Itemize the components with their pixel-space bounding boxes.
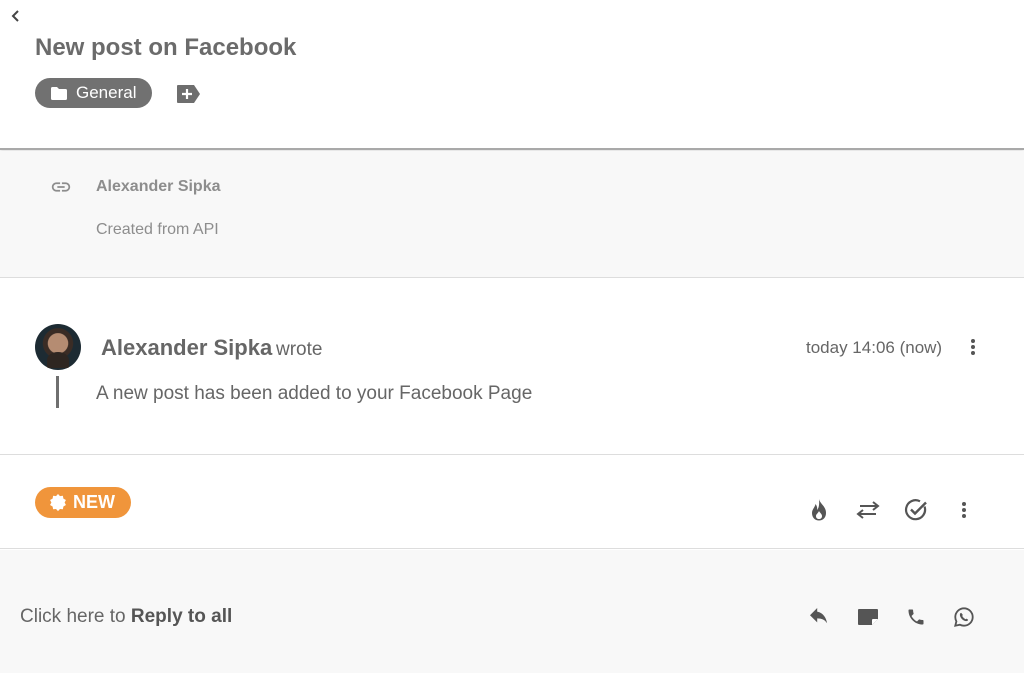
note-icon	[858, 609, 878, 625]
page-title: New post on Facebook	[35, 34, 297, 61]
add-tag-icon	[177, 85, 200, 103]
message-timestamp: today 14:06 (now)	[806, 338, 943, 357]
call-button[interactable]	[903, 604, 929, 630]
chevron-left-icon	[11, 10, 19, 22]
info-origin: Created from API	[96, 221, 219, 238]
whatsapp-button[interactable]	[951, 604, 977, 630]
more-vertical-icon	[971, 339, 975, 355]
conversation-header: New post on Facebook General	[0, 0, 1024, 150]
link-icon	[50, 176, 72, 203]
status-badge[interactable]: NEW	[35, 487, 131, 518]
reply-button[interactable]	[806, 604, 832, 630]
reply-icon	[810, 608, 828, 624]
ticket-info-panel	[0, 151, 1024, 278]
whatsapp-icon	[954, 607, 974, 627]
more-vertical-icon	[962, 502, 966, 518]
avatar[interactable]	[35, 324, 81, 370]
message-more-button[interactable]	[964, 336, 982, 358]
transfer-button[interactable]	[855, 497, 881, 523]
info-author: Alexander Sipka	[96, 178, 221, 195]
reply-prefix: Click here to	[20, 606, 126, 627]
message-body: A new post has been added to your Facebo…	[96, 383, 533, 404]
thread-line	[56, 376, 59, 408]
priority-button[interactable]	[806, 497, 832, 523]
reply-to-all-link[interactable]: Click here to Reply to all	[20, 606, 232, 628]
phone-icon	[908, 609, 924, 625]
message-card	[0, 278, 1024, 455]
resolve-check-icon	[904, 499, 927, 521]
priority-flame-icon	[812, 499, 826, 521]
tag-chip-general[interactable]: General	[35, 78, 153, 108]
reply-action: Reply to all	[130, 606, 233, 627]
resolve-button[interactable]	[903, 497, 929, 523]
new-badge-icon	[50, 493, 66, 511]
transfer-icon	[856, 501, 880, 519]
back-button[interactable]	[6, 6, 26, 26]
folder-icon	[51, 86, 67, 100]
message-verb: wrote	[276, 339, 323, 360]
note-button[interactable]	[855, 604, 881, 630]
message-author: Alexander Sipka	[101, 335, 273, 360]
more-actions-button[interactable]	[951, 497, 977, 523]
status-badge-label: NEW	[73, 492, 115, 512]
tag-label: General	[76, 83, 137, 102]
add-tag-button[interactable]	[175, 84, 201, 104]
